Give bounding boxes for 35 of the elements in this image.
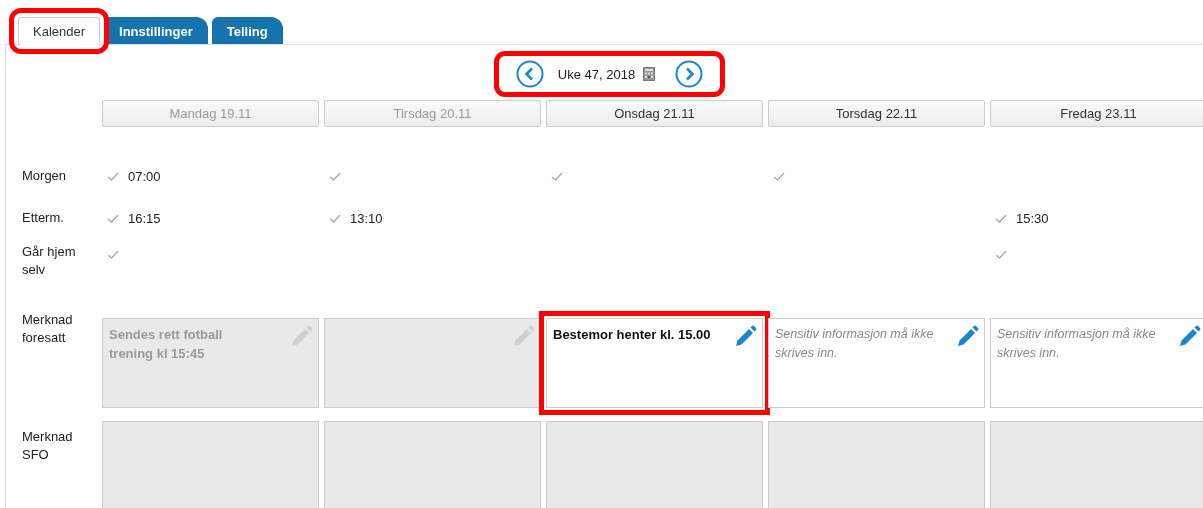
note-placeholder: Sensitiv informasjon må ikke skrives inn. [997, 326, 1157, 362]
check-icon [773, 171, 785, 181]
time-text: 07:00 [128, 168, 161, 184]
day-header[interactable]: Onsdag 21.11 [546, 100, 763, 127]
previous-week-icon[interactable] [515, 60, 544, 88]
note-placeholder: Sensitiv informasjon må ikke skrives inn. [775, 326, 935, 362]
pencil-icon[interactable] [1177, 325, 1201, 349]
pencil-icon[interactable] [733, 325, 757, 349]
next-week-icon[interactable] [675, 60, 704, 88]
row-label: Merknad SFO [21, 428, 74, 464]
time-text: 16:15 [128, 210, 161, 226]
check-icon [329, 213, 341, 223]
time-text: 15:30 [1016, 210, 1049, 226]
pencil-icon[interactable] [955, 325, 979, 349]
calendar-icon[interactable] [643, 67, 656, 81]
row-label: Morgen [21, 167, 68, 185]
check-icon [107, 249, 119, 259]
check-icon [995, 249, 1007, 259]
row-label: Merknad foresatt [21, 311, 74, 347]
row-label: Etterm. [21, 209, 65, 227]
row-label: Går hjem selv [21, 243, 77, 279]
check-icon [329, 171, 341, 181]
note-field[interactable]: Sensitiv informasjon må ikke skrives inn. [990, 318, 1203, 408]
note-text: Bestemor henter kl. 15.00 [553, 326, 711, 344]
note-text: Sendes rett fotball trening kl 15:45 [109, 326, 224, 363]
check-icon [995, 213, 1007, 223]
time-text: 13:10 [350, 210, 383, 226]
check-icon [107, 171, 119, 181]
check-icon [107, 213, 119, 223]
day-header[interactable]: Fredag 23.11 [990, 100, 1203, 127]
tab[interactable]: Telling [211, 17, 283, 44]
check-icon [551, 171, 563, 181]
day-header[interactable]: Torsdag 22.11 [768, 100, 985, 127]
week-label: Uke 47, 2018 [557, 66, 636, 82]
note-field[interactable]: Sensitiv informasjon må ikke skrives inn. [768, 318, 985, 408]
